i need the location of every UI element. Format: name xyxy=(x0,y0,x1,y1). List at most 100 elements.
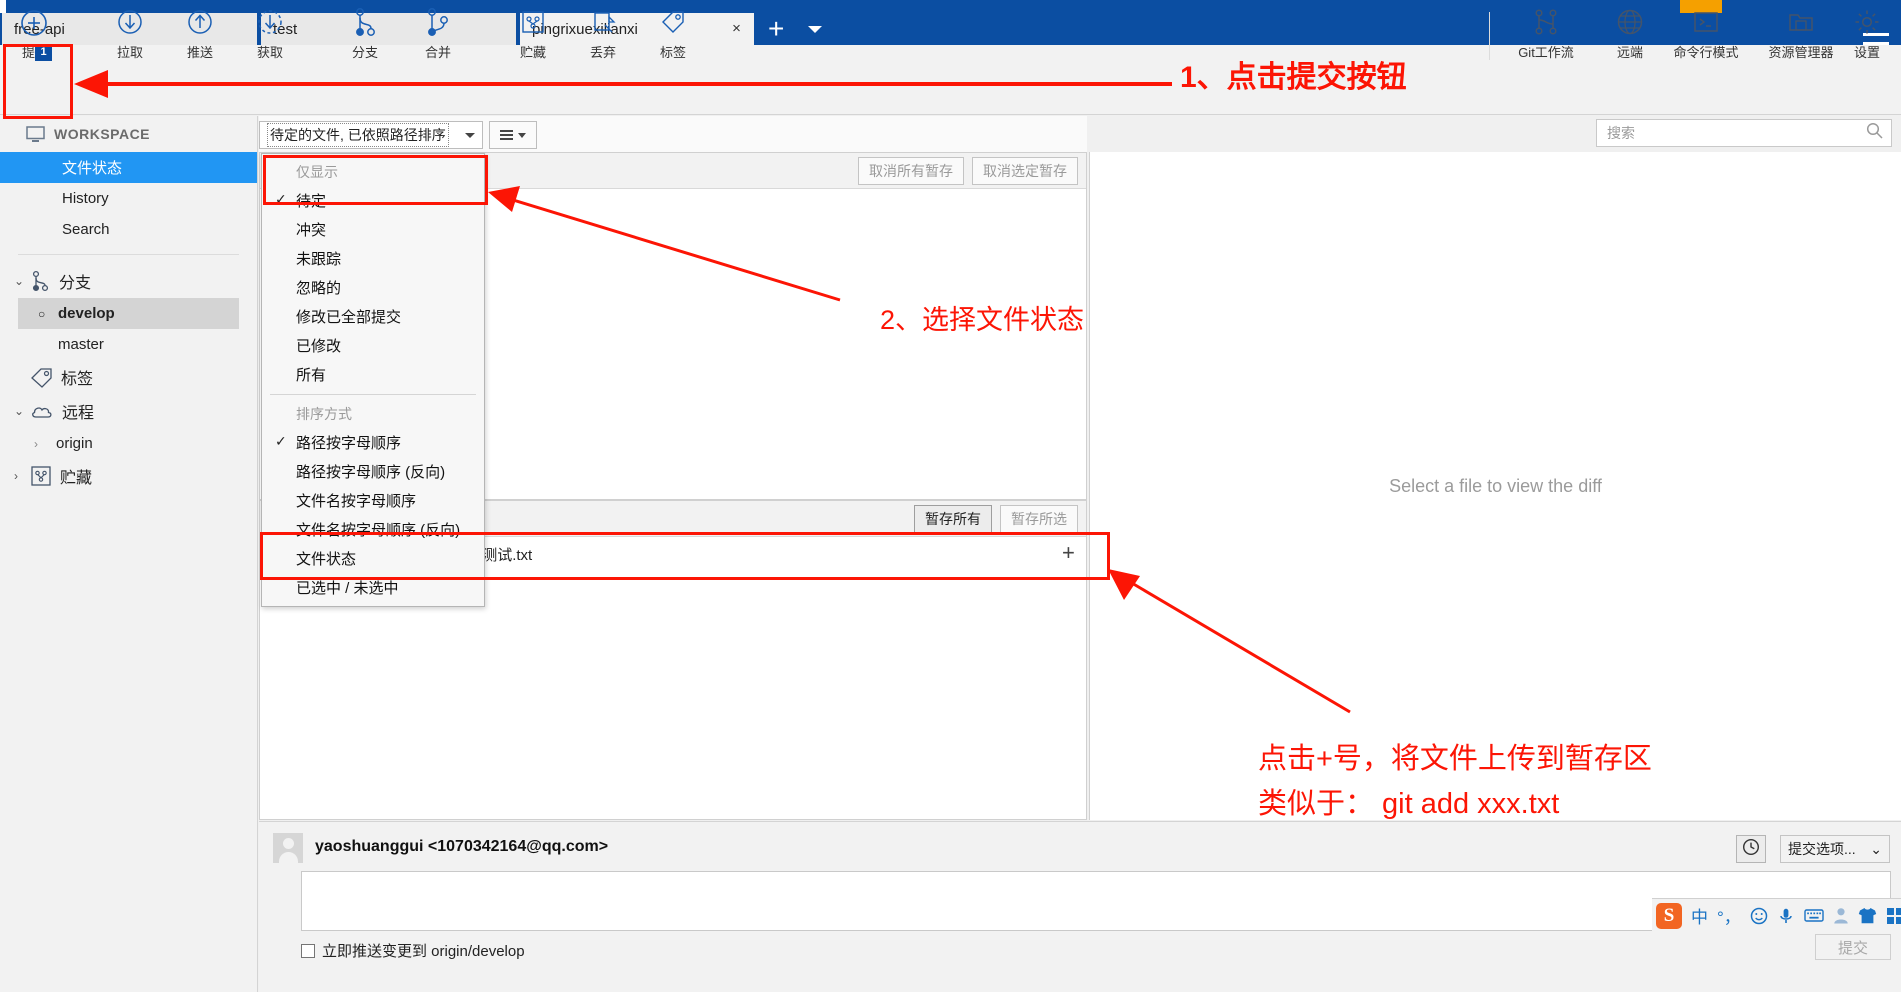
sidebar-group-remotes[interactable]: ⌄ 远程 xyxy=(0,394,257,428)
clock-icon xyxy=(1742,838,1760,861)
sidebar-branch-develop[interactable]: ○ develop xyxy=(18,298,239,329)
tag-icon xyxy=(30,366,53,388)
toolbar-explorer-button[interactable]: 资源管理器 xyxy=(1755,4,1847,68)
cloud-icon xyxy=(30,402,54,421)
sidebar-group-branches[interactable]: ⌄ 分支 xyxy=(0,264,257,298)
menu-item-sort-path-desc[interactable]: 路径按字母顺序 (反向) xyxy=(262,457,484,486)
sidebar-item-search[interactable]: Search xyxy=(0,214,257,245)
stash-icon xyxy=(520,4,546,40)
sidebar-group-label: 远程 xyxy=(62,405,95,422)
tag-icon xyxy=(660,4,686,40)
toolbar-separator xyxy=(1489,12,1490,60)
sidebar-branch-master[interactable]: master xyxy=(0,329,257,360)
sidebar-item-label: master xyxy=(58,336,104,353)
menu-item-sort-path-asc[interactable]: ✓ 路径按字母顺序 xyxy=(262,428,484,457)
plus-circle-icon xyxy=(19,4,51,40)
unstage-all-button[interactable]: 取消所有暂存 xyxy=(858,156,964,185)
menu-item-modified[interactable]: 已修改 xyxy=(262,331,484,360)
menu-item-label: 忽略的 xyxy=(296,280,342,297)
chevron-right-icon[interactable]: › xyxy=(14,469,30,483)
branch-icon xyxy=(30,270,51,292)
toolbar-label: 资源管理器 xyxy=(1768,45,1834,60)
toolbar-settings-button[interactable]: 设置 xyxy=(1835,4,1899,68)
toolbar-label: 获取 xyxy=(256,45,283,60)
sidebar-item-file-status[interactable]: 文件状态 xyxy=(0,152,257,183)
list-view-button[interactable] xyxy=(489,121,537,149)
arrow-down-dashed-circle-icon xyxy=(255,4,285,40)
push-changes-checkbox-row[interactable]: 立即推送变更到 origin/develop xyxy=(301,940,525,961)
annotation-box-pending-item xyxy=(263,155,488,205)
menu-item-sort-filename-asc[interactable]: 文件名按字母顺序 xyxy=(262,486,484,515)
sidebar-group-stashes[interactable]: › 贮藏 xyxy=(0,459,257,493)
unstage-selected-button[interactable]: 取消选定暂存 xyxy=(972,156,1078,185)
sidebar-item-history[interactable]: History xyxy=(0,183,257,214)
toolbar-remote-button[interactable]: 远端 xyxy=(1598,4,1662,68)
menu-item-label: 所有 xyxy=(296,367,327,384)
sogou-logo-icon[interactable]: S xyxy=(1656,902,1682,929)
person-icon[interactable] xyxy=(1833,907,1849,924)
new-tab-button[interactable]: + xyxy=(768,15,784,43)
list-view-icon xyxy=(500,130,513,140)
annotation-step-1-text: 1、点击提交按钮 xyxy=(1180,61,1407,94)
chevron-down-icon[interactable] xyxy=(808,26,822,33)
toolbar-label: Git工作流 xyxy=(1518,45,1574,60)
commit-options-button[interactable]: 提交选项... ⌄ xyxy=(1780,835,1890,863)
search-icon[interactable] xyxy=(1866,122,1883,144)
sidebar: WORKSPACE 文件状态 History Search ⌄ 分支 ○ dev… xyxy=(0,116,258,992)
chevron-down-icon[interactable]: ⌄ xyxy=(14,404,30,418)
commit-button[interactable]: 提交 xyxy=(1815,934,1891,960)
sidebar-group-tags[interactable]: 标签 xyxy=(0,360,257,394)
toolbar-push-button[interactable]: 推送 xyxy=(168,4,232,68)
chevron-right-icon[interactable]: › xyxy=(34,437,50,451)
menu-item-all[interactable]: 所有 xyxy=(262,360,484,389)
stage-all-button[interactable]: 暂存所有 xyxy=(914,504,992,533)
menu-item-conflicted[interactable]: 冲突 xyxy=(262,215,484,244)
toolbar-discard-button[interactable]: 丢弃 xyxy=(571,4,635,68)
ime-chinese-mode-icon[interactable]: 中 xyxy=(1691,903,1708,928)
sidebar-remote-origin[interactable]: › origin xyxy=(0,428,257,459)
toolbar-gitflow-button[interactable]: Git工作流 xyxy=(1500,4,1592,68)
microphone-icon[interactable] xyxy=(1777,907,1795,925)
toolbar-terminal-button[interactable]: 命令行模式 xyxy=(1660,4,1752,68)
ime-punctuation-icon[interactable]: °， xyxy=(1717,903,1741,928)
toolbar-label: 推送 xyxy=(186,45,213,60)
toolbar-branch-button[interactable]: 分支 xyxy=(333,4,397,68)
search-input[interactable] xyxy=(1605,124,1866,142)
menu-item-ignored[interactable]: 忽略的 xyxy=(262,273,484,302)
sidebar-item-label: origin xyxy=(56,435,93,452)
toolbar-tag-button[interactable]: 标签 xyxy=(641,4,705,68)
toolbar-label: 远端 xyxy=(1616,45,1643,60)
toolbar-stash-button[interactable]: 贮藏 xyxy=(501,4,565,68)
toolbar-label: 丢弃 xyxy=(589,45,616,60)
sidebar-item-label: History xyxy=(62,190,109,207)
terminal-icon xyxy=(1691,4,1721,40)
push-changes-label: 立即推送变更到 origin/develop xyxy=(322,943,525,960)
toolbar-pull-button[interactable]: 拉取 xyxy=(98,4,162,68)
commit-history-button[interactable] xyxy=(1736,835,1766,863)
menu-item-modified-all-committed[interactable]: 修改已全部提交 xyxy=(262,302,484,331)
current-branch-bullet-icon: ○ xyxy=(38,306,46,321)
chevron-down-icon xyxy=(465,133,475,138)
push-changes-checkbox[interactable] xyxy=(301,943,315,958)
shirt-icon[interactable] xyxy=(1858,907,1877,924)
annotation-box-commit-button xyxy=(3,44,73,119)
file-filter-combo[interactable]: 待定的文件, 已依照路径排序 xyxy=(259,121,483,149)
commit-author-label: yaoshuanggui <1070342164@qq.com> xyxy=(315,838,609,855)
annotation-step-3-line2-text: 类似于： git add xxx.txt xyxy=(1258,788,1560,820)
chevron-down-icon: ⌄ xyxy=(1870,840,1882,857)
keyboard-icon[interactable] xyxy=(1804,908,1824,923)
smiley-icon[interactable] xyxy=(1750,907,1768,925)
toolbar-label: 合并 xyxy=(424,45,451,60)
toolbar-fetch-button[interactable]: 获取 xyxy=(238,4,302,68)
stash-icon xyxy=(30,465,52,487)
search-box[interactable] xyxy=(1596,119,1892,147)
stage-selected-button[interactable]: 暂存所选 xyxy=(1000,504,1078,533)
close-icon[interactable]: × xyxy=(729,21,744,36)
annotation-step-2-text: 2、选择文件状态 xyxy=(880,305,1085,335)
menu-item-untracked[interactable]: 未跟踪 xyxy=(262,244,484,273)
toolbar-merge-button[interactable]: 合并 xyxy=(406,4,470,68)
grid-icon[interactable] xyxy=(1886,907,1901,925)
chevron-down-icon[interactable]: ⌄ xyxy=(14,274,30,288)
diff-empty-message: Select a file to view the diff xyxy=(1389,475,1602,496)
menu-item-label: 路径按字母顺序 xyxy=(296,435,402,452)
